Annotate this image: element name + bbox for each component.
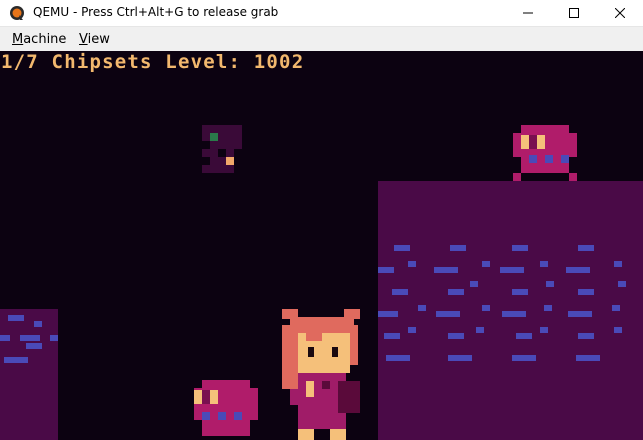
menu-machine[interactable]: Machine — [12, 32, 66, 47]
enemy-creature-icon — [194, 380, 260, 440]
maximize-icon — [569, 8, 579, 18]
menu-machine-label: achine — [23, 32, 67, 47]
close-button[interactable] — [597, 0, 643, 26]
maximize-button[interactable] — [551, 0, 597, 26]
menu-machine-mnemonic: M — [12, 32, 24, 47]
right-platform — [378, 181, 643, 440]
pickup-chip-icon — [202, 125, 242, 173]
player-character-icon — [282, 309, 362, 440]
qemu-logo-icon — [9, 5, 25, 21]
guest-display[interactable]: 1/7 Chipsets Level: 1002 — [0, 51, 643, 440]
window-title: QEMU - Press Ctrl+Alt+G to release grab — [33, 5, 279, 19]
minimize-icon — [523, 12, 533, 14]
enemy-creature-icon — [513, 125, 579, 181]
menu-view-mnemonic: V — [79, 32, 88, 47]
menu-view-label: iew — [87, 32, 110, 47]
left-platform — [0, 309, 58, 440]
menu-bar: Machine View — [0, 27, 643, 51]
minimize-button[interactable] — [505, 0, 551, 26]
menu-view[interactable]: View — [79, 32, 110, 47]
close-icon — [615, 8, 625, 18]
title-bar[interactable]: QEMU - Press Ctrl+Alt+G to release grab — [0, 0, 643, 27]
hud-status-text: 1/7 Chipsets Level: 1002 — [1, 51, 305, 73]
